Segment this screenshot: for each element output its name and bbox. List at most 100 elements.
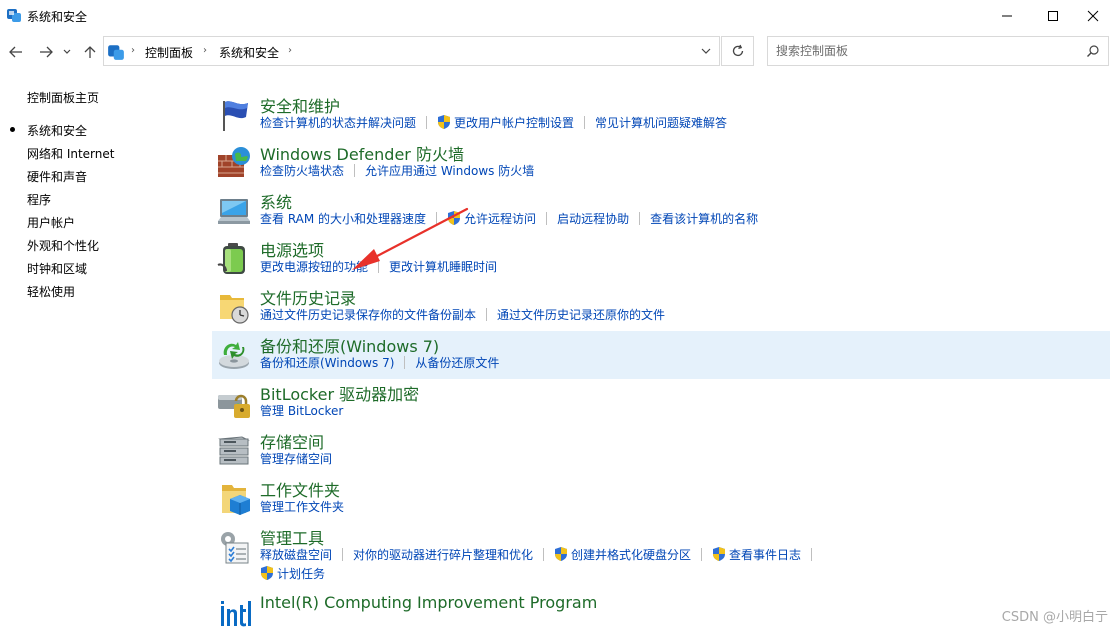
control-panel-icon [108,45,124,60]
minimize-button[interactable] [984,0,1030,32]
link-divider [701,547,703,561]
refresh-button[interactable] [721,36,754,66]
link-check-status[interactable]: 检查计算机的状态并解决问题 [260,114,416,131]
chevron-right-icon: › [203,45,207,56]
link-divider [404,355,406,369]
link-manage-work-folders[interactable]: 管理工作文件夹 [260,498,344,515]
uac-shield-icon [555,547,568,561]
chevron-down-icon[interactable] [699,44,713,58]
control-panel-icon [7,9,21,22]
category-title[interactable]: Intel(R) Computing Improvement Program [260,593,597,612]
link-restore-files[interactable]: 通过文件历史记录还原你的文件 [497,306,665,323]
link-label: 查看事件日志 [729,547,802,562]
category-links: 检查防火墙状态 允许应用通过 Windows 防火墙 [260,162,534,178]
flag-icon [223,101,248,131]
link-restore-from-backup[interactable]: 从备份还原文件 [415,354,499,371]
arrow-left-icon [9,46,22,58]
link-label: 创建并格式化硬盘分区 [571,547,692,562]
link-label: 计划任务 [277,566,326,581]
work-folder-icon [222,485,250,515]
intel-icon [221,601,251,627]
file-history-icon [220,295,249,324]
storage-icon [218,436,250,465]
category-storage-spaces: 存储空间 管理存储空间 [212,427,1110,475]
chevron-right-icon: › [131,45,135,56]
link-divider [486,307,488,321]
sidebar-item-ease-of-access[interactable]: 轻松使用 [27,283,75,300]
forward-button[interactable] [36,42,56,62]
minimize-icon [1002,15,1012,17]
sidebar-item-appearance[interactable]: 外观和个性化 [27,237,99,254]
bitlocker-icon [218,394,250,418]
watermark: CSDN @小明白亍 [1001,610,1108,625]
window-title: 系统和安全 [27,10,88,24]
category-work-folders: 工作文件夹 管理工作文件夹 [212,475,1110,523]
link-divider [546,211,548,225]
sidebar-item-programs[interactable]: 程序 [27,191,51,208]
link-event-logs[interactable]: 查看事件日志 [712,546,801,563]
category-links: 通过文件历史记录保存你的文件备份副本 通过文件历史记录还原你的文件 [260,306,665,322]
breadcrumb-control-panel[interactable]: 控制面板 [145,44,193,61]
uac-shield-icon [438,115,451,129]
link-disk-cleanup[interactable]: 释放磁盘空间 [260,546,332,563]
arrow-right-icon [40,46,53,58]
recent-locations-button[interactable] [60,42,74,62]
link-manage-storage[interactable]: 管理存储空间 [260,450,332,467]
sidebar-item-network[interactable]: 网络和 Internet [27,145,114,162]
title-bar: 系统和安全 [0,0,1116,32]
category-admin-tools: 管理工具 释放磁盘空间 对你的驱动器进行碎片整理和优化 创建并格式化硬盘分区 查… [212,523,1110,581]
link-save-backup[interactable]: 通过文件历史记录保存你的文件备份副本 [260,306,476,323]
breadcrumb-system-security[interactable]: 系统和安全 [219,44,279,61]
sidebar-item-system-security[interactable]: 系统和安全 [10,122,88,139]
maximize-icon [1048,11,1058,21]
category-links: 管理工作文件夹 [260,498,344,514]
link-backup-restore-win7[interactable]: 备份和还原(Windows 7) [260,354,394,371]
search-input[interactable] [776,42,1076,60]
category-links-second-row: 计划任务 [260,565,325,581]
sidebar-item-user-accounts[interactable]: 用户帐户 [27,214,75,231]
link-divider [543,547,545,561]
sidebar-item-label: 系统和安全 [27,124,88,138]
link-computer-name[interactable]: 查看该计算机的名称 [650,210,758,227]
link-divider [342,547,344,561]
category-links: 管理存储空间 [260,450,332,466]
category-file-history: 文件历史记录 通过文件历史记录保存你的文件备份副本 通过文件历史记录还原你的文件 [212,283,1110,331]
refresh-icon [732,44,743,57]
link-allow-app[interactable]: 允许应用通过 Windows 防火墙 [365,162,534,179]
link-divider [426,115,428,129]
link-remote-assistance[interactable]: 启动远程协助 [557,210,629,227]
arrow-up-icon [84,46,96,58]
sidebar-item-hardware[interactable]: 硬件和声音 [27,168,87,185]
up-button[interactable] [80,42,100,62]
back-button[interactable] [6,42,26,62]
link-uac-settings[interactable]: 更改用户帐户控制设置 [437,114,574,131]
category-intel-program: Intel(R) Computing Improvement Program [212,591,1110,631]
link-divider [354,163,356,177]
search-icon[interactable] [1086,44,1100,58]
link-task-scheduler[interactable]: 计划任务 [260,565,325,582]
category-bitlocker: BitLocker 驱动器加密 管理 BitLocker [212,379,1110,427]
battery-icon [217,243,245,274]
category-backup-restore: 备份和还原(Windows 7) 备份和还原(Windows 7) 从备份还原文… [212,331,1110,379]
sidebar-item-clock-region[interactable]: 时钟和区域 [27,260,87,277]
close-button[interactable] [1070,0,1116,32]
search-box[interactable] [767,36,1109,66]
link-create-format-partitions[interactable]: 创建并格式化硬盘分区 [554,546,691,563]
annotation-arrow [352,207,469,270]
link-troubleshoot[interactable]: 常见计算机问题疑难解答 [595,114,727,131]
category-links: 管理 BitLocker [260,402,343,418]
link-divider [639,211,641,225]
category-links: 备份和还原(Windows 7) 从备份还原文件 [260,354,499,370]
uac-shield-icon [713,547,726,561]
link-label: 更改用户帐户控制设置 [454,115,575,130]
link-defragment[interactable]: 对你的驱动器进行碎片整理和优化 [353,546,533,563]
link-firewall-status[interactable]: 检查防火墙状态 [260,162,344,179]
link-divider [584,115,586,129]
admin-tools-icon [221,532,249,564]
category-links: 释放磁盘空间 对你的驱动器进行碎片整理和优化 创建并格式化硬盘分区 查看事件日志 [260,546,822,562]
address-bar[interactable]: › 控制面板 › 系统和安全 › [103,36,720,66]
link-manage-bitlocker[interactable]: 管理 BitLocker [260,402,343,419]
backup-icon [219,342,249,369]
sidebar-item-home[interactable]: 控制面板主页 [27,89,99,106]
chevron-down-icon [63,49,71,54]
